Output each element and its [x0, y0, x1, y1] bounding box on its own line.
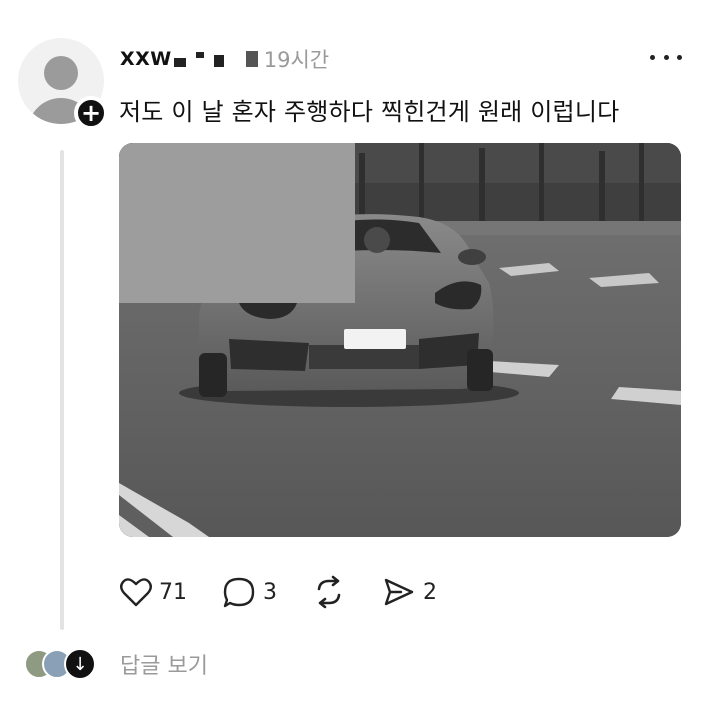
more-icon[interactable]	[650, 50, 682, 64]
arrow-down-icon: ↓	[64, 648, 96, 680]
repost-button[interactable]	[311, 575, 347, 609]
comment-button[interactable]: 3	[221, 575, 277, 609]
thread-line	[60, 150, 64, 630]
share-count: 2	[423, 579, 437, 605]
like-button[interactable]: 71	[119, 576, 187, 608]
avatar-head-shape	[44, 56, 78, 90]
username[interactable]: XXW	[120, 48, 172, 70]
post-header: XXW 19시간	[120, 43, 329, 75]
view-replies-label[interactable]: 답글 보기	[120, 648, 208, 680]
send-icon	[384, 578, 414, 606]
comment-bubble-icon	[223, 577, 255, 608]
reply-avatars: ↓	[24, 647, 100, 681]
like-count: 71	[159, 579, 187, 605]
post-card: + XXW 19시간 저도 이 날 혼자 주행하다 찍힌건게 원래 이럽니다 7…	[0, 0, 714, 718]
username-redaction	[172, 47, 258, 71]
follow-button[interactable]: +	[74, 96, 108, 130]
redaction-block	[119, 143, 355, 303]
post-text: 저도 이 날 혼자 주행하다 찍힌건게 원래 이럽니다	[119, 98, 620, 126]
comment-count: 3	[263, 579, 277, 605]
repost-icon	[317, 575, 341, 609]
post-timestamp: 19시간	[263, 48, 330, 72]
view-replies[interactable]: ↓ 답글 보기	[24, 646, 208, 682]
post-photo[interactable]	[119, 143, 681, 537]
action-bar: 71 3 2	[119, 574, 471, 610]
share-button[interactable]: 2	[381, 575, 437, 609]
heart-icon	[120, 578, 152, 607]
